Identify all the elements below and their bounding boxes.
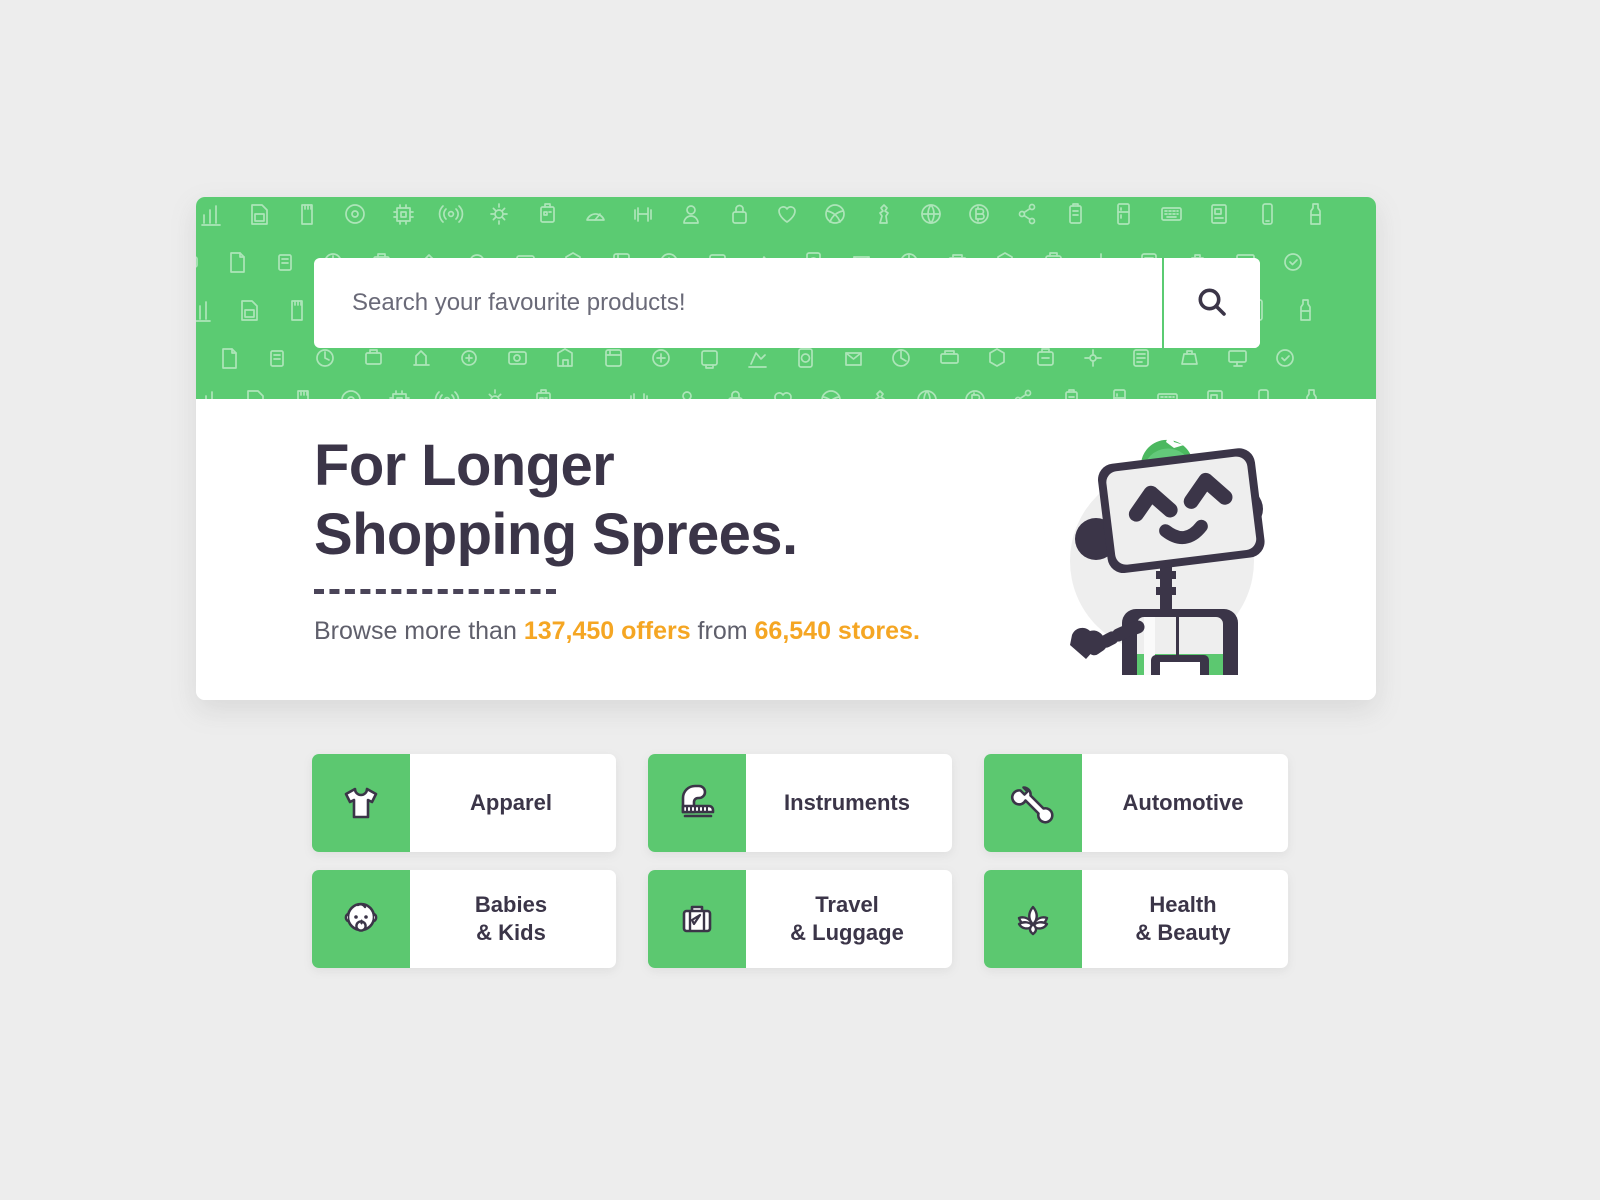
- category-label: Automotive: [1122, 790, 1244, 815]
- search-band: [196, 197, 1376, 399]
- dashed-divider: [314, 589, 556, 594]
- category-icon-tile: [312, 754, 410, 852]
- suitcase-icon: [674, 896, 720, 942]
- category-label: Travel & Luggage: [790, 892, 904, 945]
- category-card-apparel[interactable]: Apparel: [312, 754, 616, 852]
- stores-count: 66,540 stores.: [754, 617, 920, 645]
- category-label: Apparel: [470, 790, 552, 815]
- category-icon-tile: [984, 870, 1082, 968]
- search-input[interactable]: [314, 258, 1162, 348]
- baby-face-icon: [338, 896, 384, 942]
- offers-count: 137,450 offers: [523, 617, 691, 645]
- hero-panel: For Longer Shopping Sprees. Browse more …: [196, 197, 1376, 700]
- hero-subtitle: Browse more than 137,450 offers from 66,…: [314, 617, 920, 646]
- search-bar[interactable]: [314, 258, 1260, 348]
- category-card-instruments[interactable]: Instruments: [648, 754, 952, 852]
- search-icon: [1194, 284, 1230, 323]
- category-card-grid: Apparel Instruments Automotive Babies & …: [312, 754, 1288, 968]
- wrench-icon: [1010, 780, 1056, 826]
- page-title: For Longer Shopping Sprees.: [314, 433, 798, 567]
- tshirt-icon: [338, 780, 384, 826]
- hero-content: For Longer Shopping Sprees. Browse more …: [196, 399, 1376, 700]
- subtitle-middle: from: [690, 617, 755, 645]
- category-icon-tile: [312, 870, 410, 968]
- category-icon-tile: [648, 870, 746, 968]
- category-card-health-beauty[interactable]: Health & Beauty: [984, 870, 1288, 968]
- category-card-babies-kids[interactable]: Babies & Kids: [312, 870, 616, 968]
- robot-mascot-illustration: [1010, 409, 1290, 679]
- category-icon-tile: [648, 754, 746, 852]
- hero-text-block: For Longer Shopping Sprees. Browse more …: [314, 431, 920, 646]
- search-submit-button[interactable]: [1164, 258, 1260, 348]
- category-icon-tile: [984, 754, 1082, 852]
- lotus-icon: [1010, 896, 1056, 942]
- piano-icon: [674, 780, 720, 826]
- category-label: Babies & Kids: [474, 892, 548, 945]
- category-card-automotive[interactable]: Automotive: [984, 754, 1288, 852]
- category-label: Instruments: [784, 790, 910, 815]
- category-card-travel-luggage[interactable]: Travel & Luggage: [648, 870, 952, 968]
- subtitle-prefix: Browse more than: [314, 617, 524, 645]
- category-label: Health & Beauty: [1135, 892, 1231, 945]
